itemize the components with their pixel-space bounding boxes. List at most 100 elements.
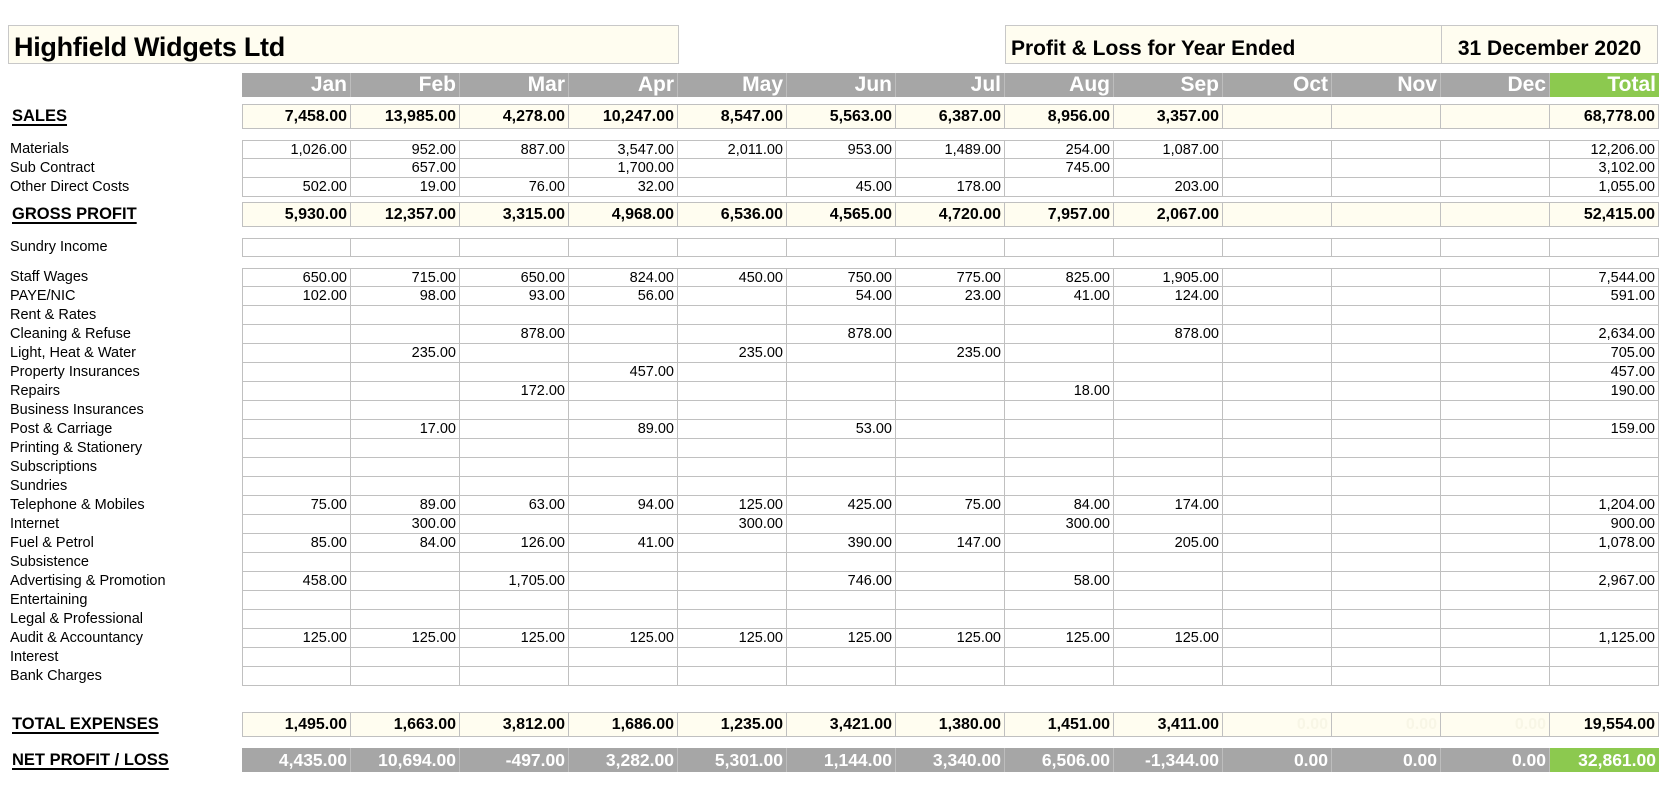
cell-gross-profit-apr[interactable]: 4,968.00 bbox=[569, 202, 678, 227]
cell-sales-jun[interactable]: 5,563.00 bbox=[787, 104, 896, 129]
cell-sundry-income-total[interactable] bbox=[1550, 238, 1659, 257]
cell-materials-jun[interactable]: 953.00 bbox=[787, 140, 896, 159]
cell-legal-and-professional-aug[interactable] bbox=[1005, 610, 1114, 629]
cell-sales-total[interactable]: 68,778.00 bbox=[1550, 104, 1659, 129]
cell-subsistence-dec[interactable] bbox=[1441, 553, 1550, 572]
cell-advertising-and-promotion-total[interactable]: 2,967.00 bbox=[1550, 572, 1659, 591]
cell-light-heat-and-water-nov[interactable] bbox=[1332, 344, 1441, 363]
cell-rent-and-rates-nov[interactable] bbox=[1332, 306, 1441, 325]
cell-legal-and-professional-dec[interactable] bbox=[1441, 610, 1550, 629]
cell-fuel-and-petrol-aug[interactable] bbox=[1005, 534, 1114, 553]
cell-light-heat-and-water-feb[interactable]: 235.00 bbox=[351, 344, 460, 363]
cell-sundry-income-oct[interactable] bbox=[1223, 238, 1332, 257]
cell-entertaining-aug[interactable] bbox=[1005, 591, 1114, 610]
cell-interest-apr[interactable] bbox=[569, 648, 678, 667]
cell-other-direct-costs-jun[interactable]: 45.00 bbox=[787, 178, 896, 197]
cell-sundry-income-may[interactable] bbox=[678, 238, 787, 257]
row-label-printing-and-stationery[interactable]: Printing & Stationery bbox=[10, 439, 142, 458]
cell-business-insurances-apr[interactable] bbox=[569, 401, 678, 420]
cell-cleaning-and-refuse-oct[interactable] bbox=[1223, 325, 1332, 344]
row-label-paye-nic[interactable]: PAYE/NIC bbox=[10, 287, 76, 306]
cell-sundries-jan[interactable] bbox=[242, 477, 351, 496]
cell-sundry-income-jun[interactable] bbox=[787, 238, 896, 257]
cell-audit-and-accountancy-apr[interactable]: 125.00 bbox=[569, 629, 678, 648]
cell-interest-jul[interactable] bbox=[896, 648, 1005, 667]
cell-rent-and-rates-aug[interactable] bbox=[1005, 306, 1114, 325]
cell-advertising-and-promotion-apr[interactable] bbox=[569, 572, 678, 591]
cell-business-insurances-jul[interactable] bbox=[896, 401, 1005, 420]
cell-subscriptions-jul[interactable] bbox=[896, 458, 1005, 477]
cell-interest-oct[interactable] bbox=[1223, 648, 1332, 667]
cell-legal-and-professional-apr[interactable] bbox=[569, 610, 678, 629]
cell-printing-and-stationery-jul[interactable] bbox=[896, 439, 1005, 458]
cell-printing-and-stationery-jan[interactable] bbox=[242, 439, 351, 458]
cell-printing-and-stationery-aug[interactable] bbox=[1005, 439, 1114, 458]
cell-internet-total[interactable]: 900.00 bbox=[1550, 515, 1659, 534]
cell-repairs-dec[interactable] bbox=[1441, 382, 1550, 401]
cell-audit-and-accountancy-dec[interactable] bbox=[1441, 629, 1550, 648]
cell-bank-charges-dec[interactable] bbox=[1441, 667, 1550, 686]
cell-sundry-income-aug[interactable] bbox=[1005, 238, 1114, 257]
cell-repairs-nov[interactable] bbox=[1332, 382, 1441, 401]
report-title-cell[interactable]: Profit & Loss for Year Ended bbox=[1005, 25, 1442, 64]
cell-internet-may[interactable]: 300.00 bbox=[678, 515, 787, 534]
column-header-sep[interactable]: Sep bbox=[1114, 73, 1223, 97]
cell-entertaining-jul[interactable] bbox=[896, 591, 1005, 610]
cell-total-expenses-sep[interactable]: 3,411.00 bbox=[1114, 712, 1223, 737]
cell-printing-and-stationery-oct[interactable] bbox=[1223, 439, 1332, 458]
cell-internet-dec[interactable] bbox=[1441, 515, 1550, 534]
cell-sundries-may[interactable] bbox=[678, 477, 787, 496]
cell-internet-nov[interactable] bbox=[1332, 515, 1441, 534]
row-label-rent-and-rates[interactable]: Rent & Rates bbox=[10, 306, 96, 325]
cell-staff-wages-jul[interactable]: 775.00 bbox=[896, 268, 1005, 287]
cell-internet-mar[interactable] bbox=[460, 515, 569, 534]
cell-net-profit-loss-aug[interactable]: 6,506.00 bbox=[1005, 748, 1114, 772]
cell-subscriptions-sep[interactable] bbox=[1114, 458, 1223, 477]
cell-business-insurances-aug[interactable] bbox=[1005, 401, 1114, 420]
cell-gross-profit-jul[interactable]: 4,720.00 bbox=[896, 202, 1005, 227]
cell-business-insurances-total[interactable] bbox=[1550, 401, 1659, 420]
cell-entertaining-may[interactable] bbox=[678, 591, 787, 610]
cell-rent-and-rates-jun[interactable] bbox=[787, 306, 896, 325]
cell-light-heat-and-water-mar[interactable] bbox=[460, 344, 569, 363]
cell-sundries-jun[interactable] bbox=[787, 477, 896, 496]
cell-subsistence-may[interactable] bbox=[678, 553, 787, 572]
cell-sundries-mar[interactable] bbox=[460, 477, 569, 496]
cell-repairs-mar[interactable]: 172.00 bbox=[460, 382, 569, 401]
cell-bank-charges-apr[interactable] bbox=[569, 667, 678, 686]
cell-total-expenses-jan[interactable]: 1,495.00 bbox=[242, 712, 351, 737]
cell-bank-charges-nov[interactable] bbox=[1332, 667, 1441, 686]
cell-gross-profit-aug[interactable]: 7,957.00 bbox=[1005, 202, 1114, 227]
cell-sub-contract-jan[interactable] bbox=[242, 159, 351, 178]
cell-sales-jul[interactable]: 6,387.00 bbox=[896, 104, 1005, 129]
cell-fuel-and-petrol-jun[interactable]: 390.00 bbox=[787, 534, 896, 553]
cell-subscriptions-aug[interactable] bbox=[1005, 458, 1114, 477]
cell-post-and-carriage-nov[interactable] bbox=[1332, 420, 1441, 439]
cell-sundry-income-feb[interactable] bbox=[351, 238, 460, 257]
cell-internet-jan[interactable] bbox=[242, 515, 351, 534]
cell-staff-wages-aug[interactable]: 825.00 bbox=[1005, 268, 1114, 287]
cell-sundries-dec[interactable] bbox=[1441, 477, 1550, 496]
cell-property-insurances-apr[interactable]: 457.00 bbox=[569, 363, 678, 382]
cell-entertaining-dec[interactable] bbox=[1441, 591, 1550, 610]
cell-telephone-and-mobiles-jun[interactable]: 425.00 bbox=[787, 496, 896, 515]
cell-post-and-carriage-feb[interactable]: 17.00 bbox=[351, 420, 460, 439]
cell-fuel-and-petrol-jan[interactable]: 85.00 bbox=[242, 534, 351, 553]
cell-property-insurances-dec[interactable] bbox=[1441, 363, 1550, 382]
cell-subsistence-jan[interactable] bbox=[242, 553, 351, 572]
cell-sundry-income-jul[interactable] bbox=[896, 238, 1005, 257]
cell-sales-aug[interactable]: 8,956.00 bbox=[1005, 104, 1114, 129]
column-header-aug[interactable]: Aug bbox=[1005, 73, 1114, 97]
cell-gross-profit-dec[interactable] bbox=[1441, 202, 1550, 227]
cell-other-direct-costs-aug[interactable] bbox=[1005, 178, 1114, 197]
cell-other-direct-costs-oct[interactable] bbox=[1223, 178, 1332, 197]
cell-bank-charges-total[interactable] bbox=[1550, 667, 1659, 686]
cell-paye-nic-jun[interactable]: 54.00 bbox=[787, 287, 896, 306]
cell-paye-nic-dec[interactable] bbox=[1441, 287, 1550, 306]
cell-property-insurances-jul[interactable] bbox=[896, 363, 1005, 382]
cell-sundry-income-sep[interactable] bbox=[1114, 238, 1223, 257]
cell-internet-apr[interactable] bbox=[569, 515, 678, 534]
row-label-sundries[interactable]: Sundries bbox=[10, 477, 67, 496]
row-label-telephone-and-mobiles[interactable]: Telephone & Mobiles bbox=[10, 496, 145, 515]
cell-post-and-carriage-jul[interactable] bbox=[896, 420, 1005, 439]
